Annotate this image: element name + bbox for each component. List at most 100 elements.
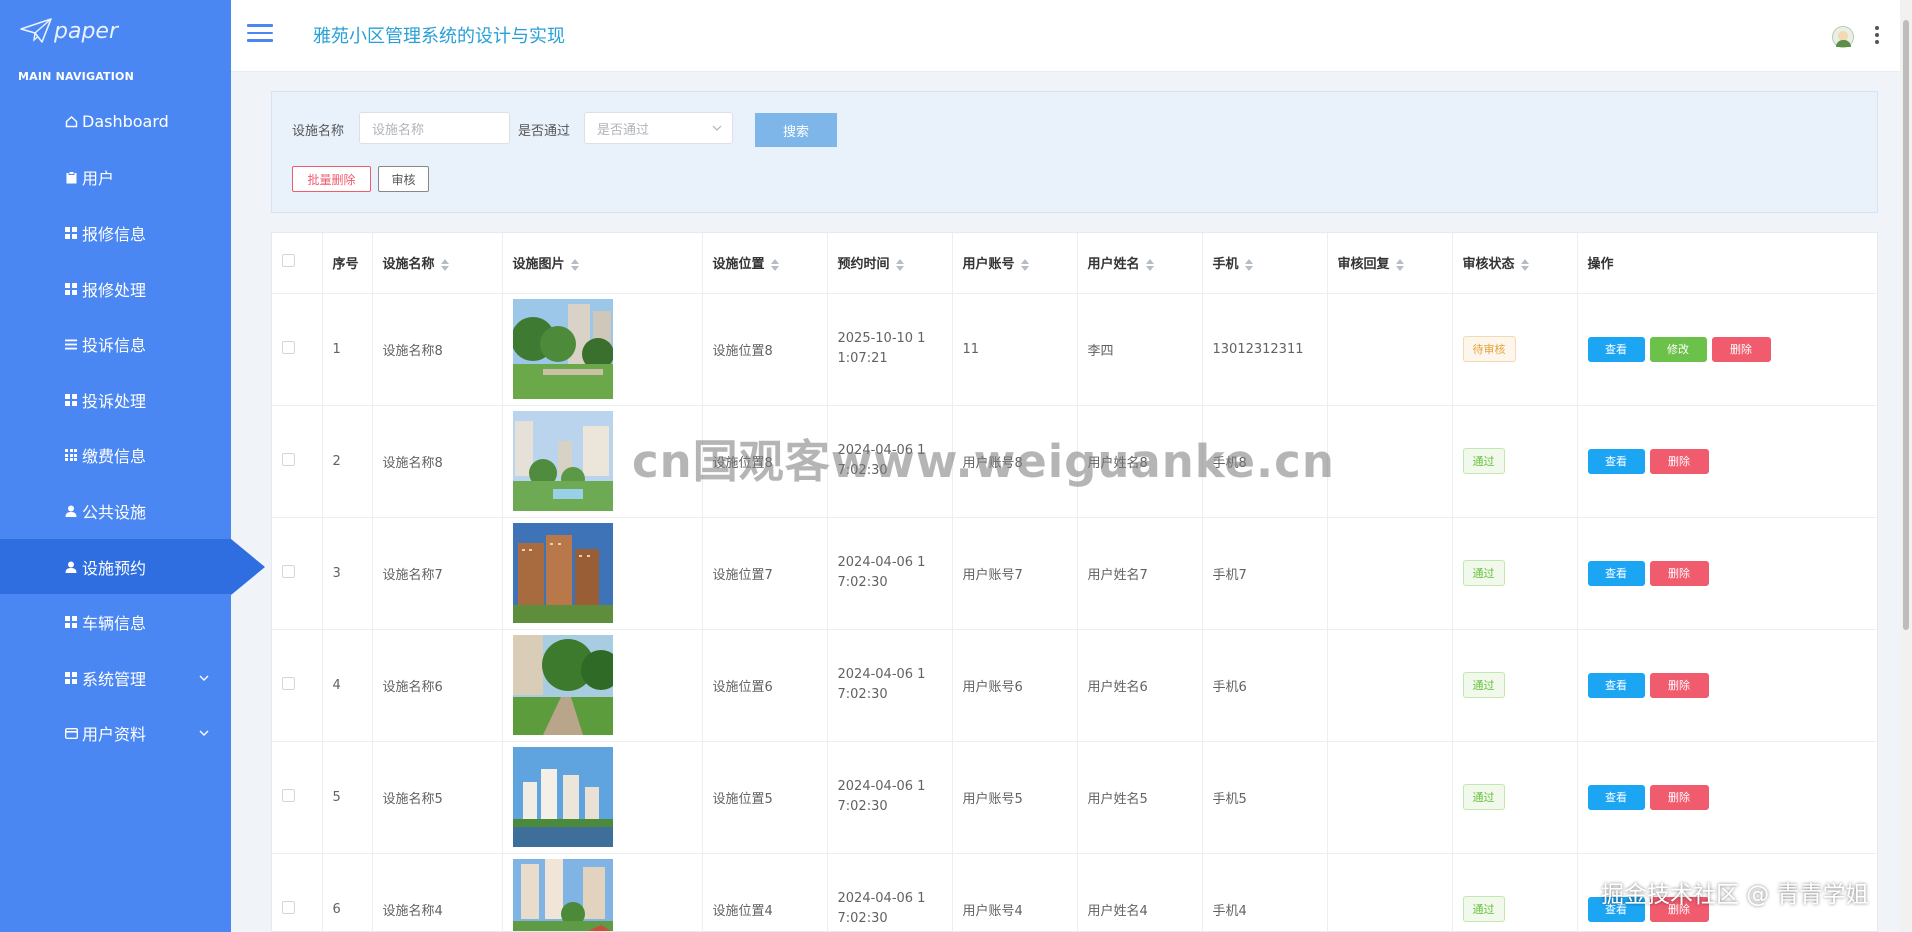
col-header-sortable[interactable]: 设施位置 <box>702 233 828 294</box>
sidebar-item-label: Dashboard <box>82 112 169 132</box>
row-checkbox[interactable] <box>282 452 295 466</box>
col-header-label: 用户账号 <box>962 257 1015 273</box>
delete-button[interactable]: 删除 <box>1649 672 1709 698</box>
home-icon <box>64 115 78 129</box>
logo[interactable]: paper <box>0 0 231 62</box>
booking-time-cell: 2025-10-10 11:07:21 <box>827 293 953 406</box>
audit-status-cell: 通过 <box>1452 405 1578 518</box>
sidebar-item-users[interactable]: 用户 <box>0 150 231 206</box>
table-row: 1 设施名称8 设施位置8 2025-10-10 11:07:21 11 李四 130123… <box>272 293 1877 406</box>
audit-reply-cell <box>1327 853 1453 931</box>
sidebar-item-repair-info[interactable]: 报修信息 <box>0 205 231 261</box>
col-header-sortable[interactable]: 审核状态 <box>1452 233 1578 294</box>
row-checkbox[interactable] <box>282 900 295 914</box>
grid-icon <box>64 282 78 296</box>
facility-image-cell <box>502 293 703 406</box>
delete-button[interactable]: 删除 <box>1711 336 1771 362</box>
view-button[interactable]: 查看 <box>1587 336 1645 362</box>
more-vertical-icon[interactable] <box>1874 26 1880 44</box>
page-scrollbar[interactable] <box>1900 0 1912 932</box>
row-checkbox[interactable] <box>282 340 295 354</box>
col-header-sortable[interactable]: 预约时间 <box>827 233 953 294</box>
grid-icon <box>64 226 78 240</box>
sidebar-item-complaint-handle[interactable]: 投诉处理 <box>0 372 231 428</box>
menu-toggle-icon[interactable] <box>247 24 273 44</box>
view-button[interactable]: 查看 <box>1587 784 1645 810</box>
pool-photo[interactable] <box>512 859 692 931</box>
row-checkbox[interactable] <box>282 788 295 802</box>
sort-icon[interactable] <box>570 258 579 271</box>
grid9-icon <box>64 448 78 462</box>
sort-icon[interactable] <box>1395 258 1404 271</box>
col-header-sortable[interactable]: 审核回复 <box>1327 233 1453 294</box>
sort-icon[interactable] <box>1145 258 1154 271</box>
path-photo[interactable] <box>512 635 692 735</box>
view-button[interactable]: 查看 <box>1587 560 1645 586</box>
col-header-sortable[interactable]: 设施名称 <box>372 233 503 294</box>
paper-plane-icon <box>20 18 52 43</box>
batch-delete-button[interactable]: 批量删除 <box>292 166 371 192</box>
sort-icon[interactable] <box>770 258 779 271</box>
towers-photo[interactable] <box>512 523 692 623</box>
sidebar-item-vehicles[interactable]: 车辆信息 <box>0 594 231 650</box>
sort-icon[interactable] <box>1520 258 1529 271</box>
sidebar-item-dashboard[interactable]: Dashboard <box>0 94 231 150</box>
row-checkbox[interactable] <box>282 564 295 578</box>
sidebar: paper MAIN NAVIGATION Dashboard 用户 报修信息 … <box>0 0 265 932</box>
sort-icon[interactable] <box>440 258 449 271</box>
sidebar-item-repair-handle[interactable]: 报修处理 <box>0 261 231 317</box>
avatar[interactable] <box>1832 26 1854 48</box>
user-name-cell: 用户姓名5 <box>1077 741 1203 854</box>
select-all-checkbox[interactable] <box>282 254 295 268</box>
sidebar-item-label: 缴费信息 <box>82 447 147 467</box>
col-header-label: 预约时间 <box>837 257 890 273</box>
col-header-sortable[interactable]: 设施图片 <box>502 233 703 294</box>
sidebar-item-facility-booking[interactable]: 设施预约 <box>0 538 265 595</box>
sidebar-item-complaint-info[interactable]: 投诉信息 <box>0 316 231 372</box>
facility-name-input[interactable]: 设施名称 <box>359 112 510 144</box>
grid-icon <box>64 393 78 407</box>
view-button[interactable]: 查看 <box>1587 448 1645 474</box>
pass-status-select[interactable]: 是否通过 <box>584 112 733 144</box>
delete-button[interactable]: 删除 <box>1649 784 1709 810</box>
col-header-sortable[interactable]: 用户账号 <box>952 233 1078 294</box>
col-header-label: 设施位置 <box>712 257 765 273</box>
sort-icon[interactable] <box>895 258 904 271</box>
row-select-cell <box>272 629 323 742</box>
audit-status-cell: 通过 <box>1452 853 1578 931</box>
sort-icon[interactable] <box>1020 258 1029 271</box>
col-header-sortable[interactable]: 手机 <box>1202 233 1328 294</box>
search-panel: 设施名称 设施名称 是否通过 是否通过 搜索 批量删除 审核 <box>271 91 1878 213</box>
facility-name-cell: 设施名称4 <box>372 853 503 931</box>
view-button[interactable]: 查看 <box>1587 672 1645 698</box>
waterfront-photo[interactable] <box>512 747 692 847</box>
edit-button[interactable]: 修改 <box>1649 336 1707 362</box>
delete-button[interactable]: 删除 <box>1649 560 1709 586</box>
booking-time-cell: 2024-04-06 17:02:30 <box>827 853 953 931</box>
sidebar-item-system[interactable]: 系统管理 <box>0 650 231 706</box>
col-header-sortable[interactable]: 用户姓名 <box>1077 233 1203 294</box>
park-photo[interactable] <box>512 299 692 399</box>
status-badge: 通过 <box>1462 560 1505 586</box>
facility-name-placeholder: 设施名称 <box>372 122 425 138</box>
sort-icon[interactable] <box>1244 258 1253 271</box>
audit-reply-cell <box>1327 405 1453 518</box>
search-button[interactable]: 搜索 <box>755 113 837 147</box>
phone-cell: 13012312311 <box>1202 293 1328 406</box>
status-badge: 通过 <box>1462 896 1505 922</box>
sidebar-item-facilities[interactable]: 公共设施 <box>0 483 231 539</box>
select-all-cell <box>272 233 323 294</box>
audit-button[interactable]: 审核 <box>378 166 429 192</box>
sidebar-item-profile[interactable]: 用户资料 <box>0 706 231 762</box>
sidebar-item-label: 车辆信息 <box>82 614 147 634</box>
status-badge: 通过 <box>1462 448 1505 474</box>
sidebar-item-payment[interactable]: 缴费信息 <box>0 428 231 484</box>
phone-cell: 手机6 <box>1202 629 1328 742</box>
row-checkbox[interactable] <box>282 676 295 690</box>
user-icon <box>64 504 78 518</box>
booking-time-cell: 2024-04-06 17:02:30 <box>827 629 953 742</box>
status-badge: 通过 <box>1462 672 1505 698</box>
delete-button[interactable]: 删除 <box>1649 448 1709 474</box>
user-name-cell: 用户姓名7 <box>1077 517 1203 630</box>
scrollbar-thumb[interactable] <box>1903 20 1909 630</box>
